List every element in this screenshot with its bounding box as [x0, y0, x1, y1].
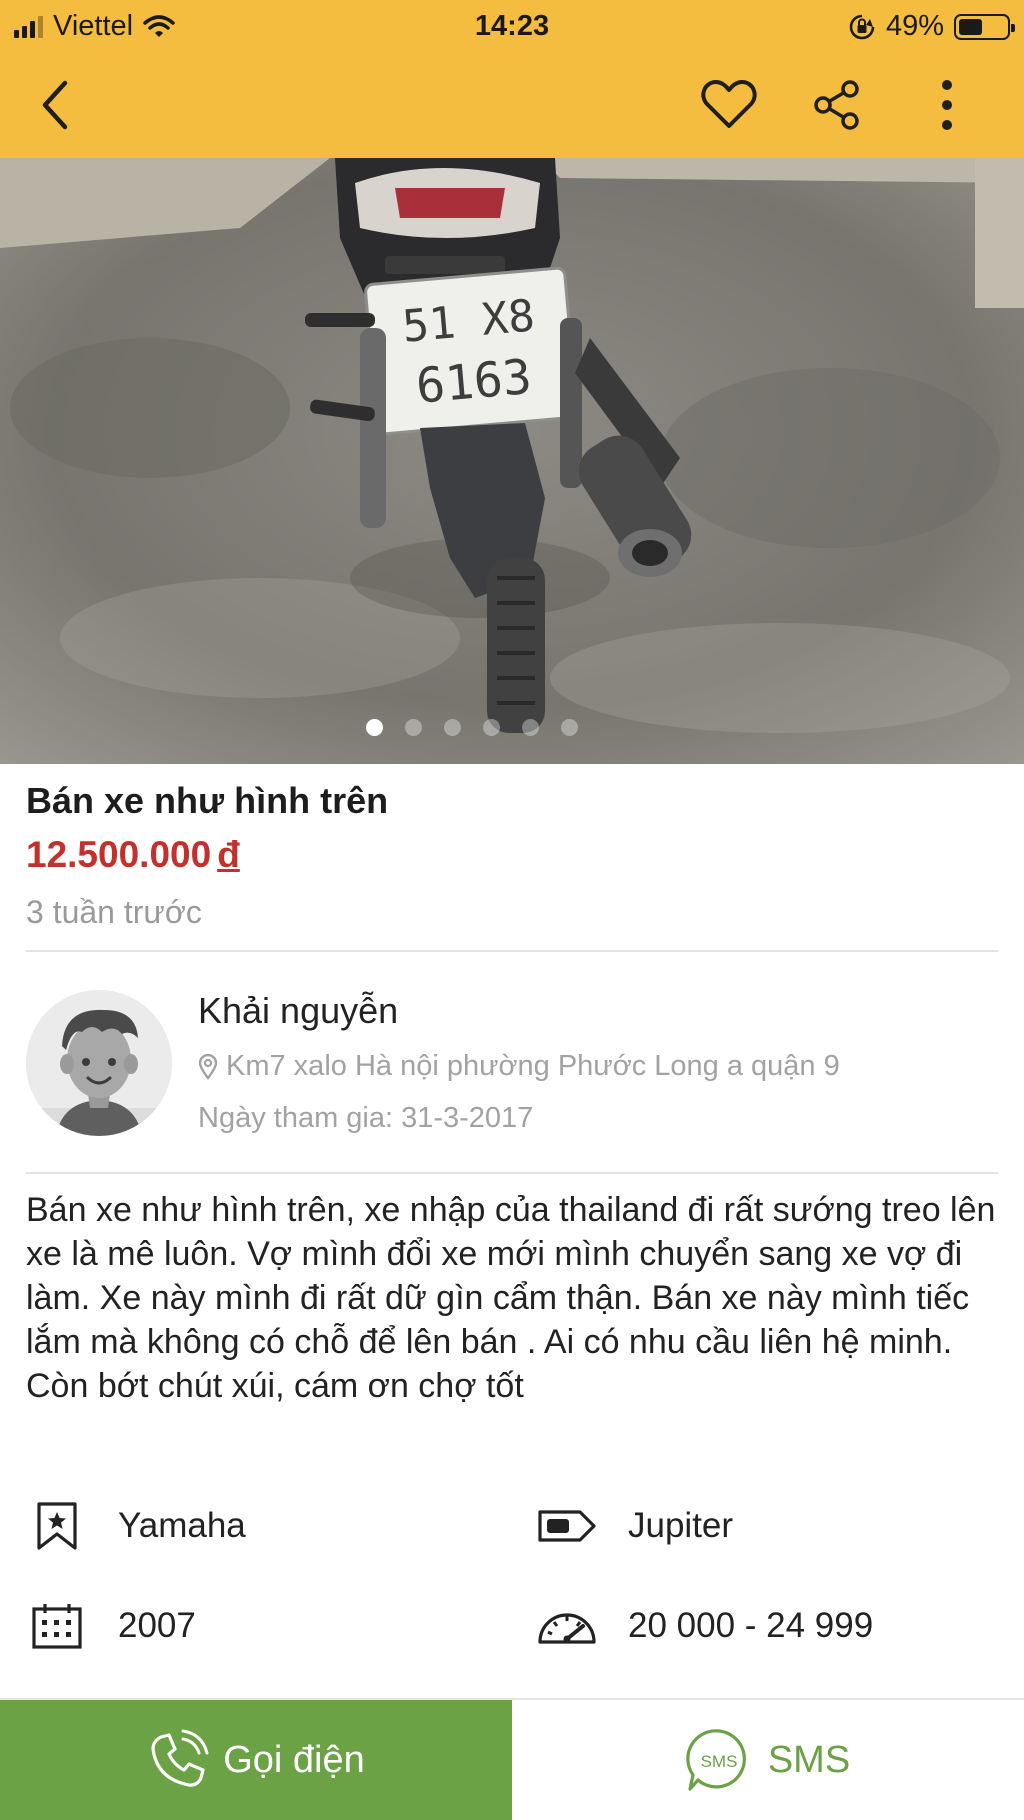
battery-percent: 49% [885, 10, 944, 42]
favorite-button[interactable] [696, 72, 762, 138]
seller-name[interactable]: Khải nguyễn [198, 990, 398, 1032]
seller-location-text: Km7 xalo Hà nội phường Phước Long a quận… [226, 1050, 840, 1082]
phone-icon [151, 1729, 209, 1787]
bookmark-star-icon [26, 1500, 88, 1552]
listing-description: Bán xe như hình trên, xe nhập của thaila… [26, 1191, 996, 1405]
attribute-mileage-value: 20 000 - 24 999 [628, 1606, 874, 1645]
gallery-dot[interactable] [522, 719, 539, 736]
chevron-left-icon [42, 80, 68, 130]
more-vertical-icon [942, 80, 952, 130]
location-pin-icon [198, 1053, 218, 1080]
seller-location: Km7 xalo Hà nội phường Phước Long a quận… [198, 1050, 840, 1083]
attribute-year: 2007 [26, 1600, 196, 1652]
price-currency: đ [217, 834, 240, 875]
app-header: Viettel 14:23 49% [0, 0, 1024, 158]
gallery-dot[interactable] [405, 719, 422, 736]
model-tag-icon [536, 1500, 598, 1552]
listing-price: 12.500.000 đ [26, 834, 240, 876]
status-bar: Viettel 14:23 49% [0, 0, 1024, 52]
sms-icon-label: SMS [700, 1752, 737, 1771]
share-button[interactable] [804, 72, 870, 138]
motorbike-photo: 51 X8 6163 [0, 158, 1024, 764]
battery-fill [959, 18, 982, 35]
gallery-dot[interactable] [366, 719, 383, 736]
attribute-model-value: Jupiter [628, 1506, 734, 1545]
divider [26, 1172, 998, 1174]
license-plate-line2: 6163 [414, 349, 534, 415]
gallery-dot[interactable] [561, 719, 578, 736]
action-bar: Gọi điện SMS SMS 5giay.vn [0, 1698, 1024, 1820]
avatar[interactable] [26, 990, 172, 1136]
speedometer-icon [536, 1600, 598, 1652]
gallery-pagination[interactable] [0, 719, 1024, 736]
avatar-illustration [26, 990, 172, 1136]
watermark: 5giay.vn [928, 1795, 1004, 1816]
attribute-mileage: 20 000 - 24 999 [536, 1600, 873, 1652]
status-right: 49% [848, 10, 1015, 43]
price-value: 12.500.000 [26, 834, 212, 875]
attribute-brand-value: Yamaha [118, 1506, 246, 1545]
heart-icon [701, 80, 757, 128]
back-button[interactable] [24, 72, 90, 138]
call-button[interactable]: Gọi điện [0, 1700, 512, 1820]
seller-join-date: Ngày tham gia: 31-3-2017 [198, 1102, 534, 1134]
gallery-dot[interactable] [444, 719, 461, 736]
gallery-dot[interactable] [483, 719, 500, 736]
calendar-icon [26, 1600, 88, 1652]
posted-time: 3 tuần trước [26, 894, 202, 930]
more-button[interactable] [914, 72, 980, 138]
listing-title: Bán xe như hình trên [26, 780, 389, 821]
call-button-label: Gọi điện [223, 1738, 365, 1781]
photo-gallery[interactable]: 51 X8 6163 [0, 158, 1024, 764]
orientation-lock-icon [849, 14, 875, 39]
nav-bar [0, 60, 1024, 150]
divider [26, 950, 998, 952]
sms-icon: SMS [686, 1729, 746, 1791]
attribute-year-value: 2007 [118, 1606, 196, 1645]
sms-button-label: SMS [767, 1738, 851, 1781]
attribute-model: Jupiter [536, 1500, 733, 1552]
battery-icon [954, 13, 1015, 40]
attribute-brand: Yamaha [26, 1500, 246, 1552]
share-icon [814, 80, 859, 130]
